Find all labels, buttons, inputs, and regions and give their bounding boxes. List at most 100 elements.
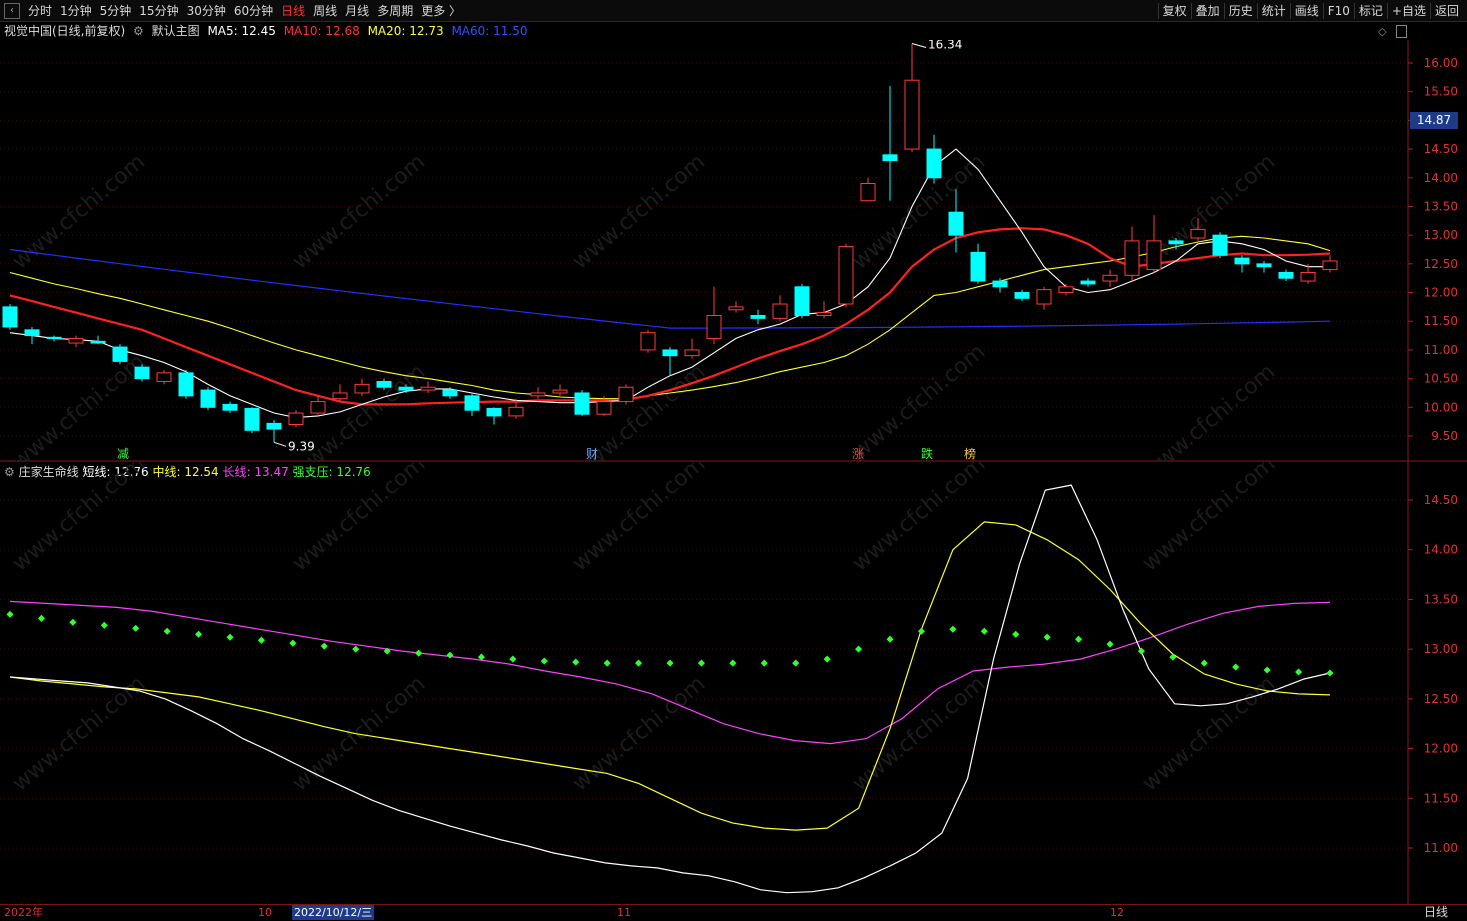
toolbar-button-6[interactable]: 标记 xyxy=(1353,3,1387,19)
candle-body xyxy=(662,349,678,357)
candle-body xyxy=(464,395,480,411)
support-dot xyxy=(603,659,611,667)
candle-body xyxy=(1300,271,1316,282)
toolbar-button-7[interactable]: +自选 xyxy=(1386,3,1430,19)
period-tab-2[interactable]: 5分钟 xyxy=(96,3,136,19)
indicator-tick-label: 12.00 xyxy=(1424,742,1458,756)
price-tick-label: 9.50 xyxy=(1431,429,1458,443)
period-tabs: 分时 1分钟 5分钟 15分钟 30分钟 60分钟 日线 周线 月线 多周期 更多 〉 xyxy=(24,3,465,19)
candle-body xyxy=(178,372,194,397)
candle-body xyxy=(684,349,700,357)
toolbar-button-1[interactable]: 叠加 xyxy=(1190,3,1224,19)
price-tick-label: 13.50 xyxy=(1424,199,1458,213)
watermark-text: www.cfchi.com xyxy=(1138,359,1280,462)
support-dot xyxy=(540,657,548,665)
candle-body xyxy=(1014,292,1030,299)
short-line xyxy=(9,484,1331,894)
support-dot xyxy=(572,658,580,666)
support-dot xyxy=(1043,633,1051,641)
candle-body xyxy=(222,403,238,411)
period-tab-10[interactable]: 更多 〉 xyxy=(417,3,465,19)
period-tab-0[interactable]: 分时 xyxy=(24,3,56,19)
toolbar-button-2[interactable]: 历史 xyxy=(1223,3,1257,19)
price-tick-label: 14.00 xyxy=(1424,171,1458,185)
high-price-label: 16.34 xyxy=(928,40,962,51)
support-dot xyxy=(1075,635,1083,643)
period-tab-5[interactable]: 60分钟 xyxy=(230,3,277,19)
support-dot xyxy=(1295,668,1303,676)
main-chart-panel[interactable]: 16.0015.5015.0014.5014.0013.5013.0012.50… xyxy=(0,37,1467,485)
candle-body xyxy=(508,406,524,417)
support-dot xyxy=(949,625,957,633)
support-dot xyxy=(6,610,14,618)
toolbar-button-8[interactable]: 返回 xyxy=(1429,3,1463,19)
period-tab-8[interactable]: 月线 xyxy=(341,3,373,19)
candle-body xyxy=(992,280,1008,288)
candle-body xyxy=(134,366,150,380)
candle-body xyxy=(376,380,392,388)
period-tab-9[interactable]: 多周期 xyxy=(373,3,417,19)
period-tab-6[interactable]: 日线 xyxy=(277,3,309,19)
period-label[interactable]: 日线 xyxy=(1424,905,1448,920)
candle-body xyxy=(904,79,920,150)
watermark-text: www.cfchi.com xyxy=(848,149,990,274)
price-tick-label: 13.00 xyxy=(1424,228,1458,242)
indicator-tick-label: 11.50 xyxy=(1424,791,1458,805)
candle-body xyxy=(838,246,854,305)
candle-body xyxy=(574,392,590,415)
period-tab-7[interactable]: 周线 xyxy=(309,3,341,19)
support-dot xyxy=(823,655,831,663)
period-tab-1[interactable]: 1分钟 xyxy=(56,3,96,19)
settings-gear-icon[interactable]: ⚙ xyxy=(133,24,144,38)
candle-body xyxy=(398,386,414,391)
toolbar-button-3[interactable]: 统计 xyxy=(1256,3,1290,19)
support-dot xyxy=(1012,630,1020,638)
support-dot xyxy=(729,659,737,667)
toolbar-button-0[interactable]: 复权 xyxy=(1157,3,1191,19)
candle-body xyxy=(816,312,832,316)
candlestick-chart[interactable]: 16.0015.5015.0014.5014.0013.5013.0012.50… xyxy=(0,37,1467,485)
template-label[interactable]: 默认主图 xyxy=(152,24,200,38)
price-tick-label: 12.50 xyxy=(1424,257,1458,271)
support-dot xyxy=(1137,647,1145,655)
panel-toggle-icon[interactable] xyxy=(1396,25,1407,38)
candle-body xyxy=(926,148,942,179)
ma10-value: MA10: 12.68 xyxy=(283,24,360,38)
indicator-chart[interactable]: 14.50 14.00 13.50 13.00 12.50 12.00 11.50 11.00… xyxy=(0,451,1467,904)
toolbar-button-4[interactable]: 画线 xyxy=(1289,3,1323,19)
candle-body xyxy=(1234,257,1250,265)
ma60-value: MA60: 11.50 xyxy=(451,24,528,38)
indicator-tick-label: 13.50 xyxy=(1424,592,1458,606)
candle-body xyxy=(1168,240,1184,245)
top-toolbar: ‹ 分时 1分钟 5分钟 15分钟 30分钟 60分钟 日线 周线 月线 多周期 更多 〉 复权 叠加… xyxy=(0,0,1467,22)
support-dot xyxy=(1106,640,1114,648)
watermark-text: www.cfchi.com xyxy=(568,149,710,274)
candle-body xyxy=(948,211,964,236)
low-price-label: 9.39 xyxy=(288,439,315,453)
period-tab-3[interactable]: 15分钟 xyxy=(135,3,182,19)
support-dot xyxy=(132,624,140,632)
stock-title[interactable]: 视觉中国(日线,前复权) xyxy=(4,24,125,38)
support-dot xyxy=(289,639,297,647)
period-tab-4[interactable]: 30分钟 xyxy=(183,3,230,19)
ma5-value: MA5: 12.45 xyxy=(207,24,276,38)
price-tick-label: 16.00 xyxy=(1424,56,1458,70)
chevron-left-icon[interactable]: ‹ xyxy=(4,3,20,19)
mid-line xyxy=(9,521,1331,831)
indicator-panel[interactable]: 14.50 14.00 13.50 13.00 12.50 12.00 11.50 11.00… xyxy=(0,451,1467,907)
watermark-text: www.cfchi.com xyxy=(848,339,990,462)
candle-body xyxy=(68,337,84,344)
support-dot xyxy=(509,655,517,663)
last-price-badge: 14.87 xyxy=(1410,112,1458,129)
low-pointer xyxy=(273,441,287,447)
toolbar-button-5[interactable]: F10 xyxy=(1322,3,1354,19)
candle-body xyxy=(200,389,216,408)
diamond-icon[interactable]: ◇ xyxy=(1378,25,1386,38)
indicator-tick-label: 13.00 xyxy=(1424,642,1458,656)
support-dot xyxy=(980,627,988,635)
support-dot xyxy=(760,659,768,667)
year-label: 2022年 xyxy=(4,906,43,919)
support-dot xyxy=(37,614,45,622)
event-marker: 榜 xyxy=(964,446,976,461)
candle-body xyxy=(288,412,304,426)
